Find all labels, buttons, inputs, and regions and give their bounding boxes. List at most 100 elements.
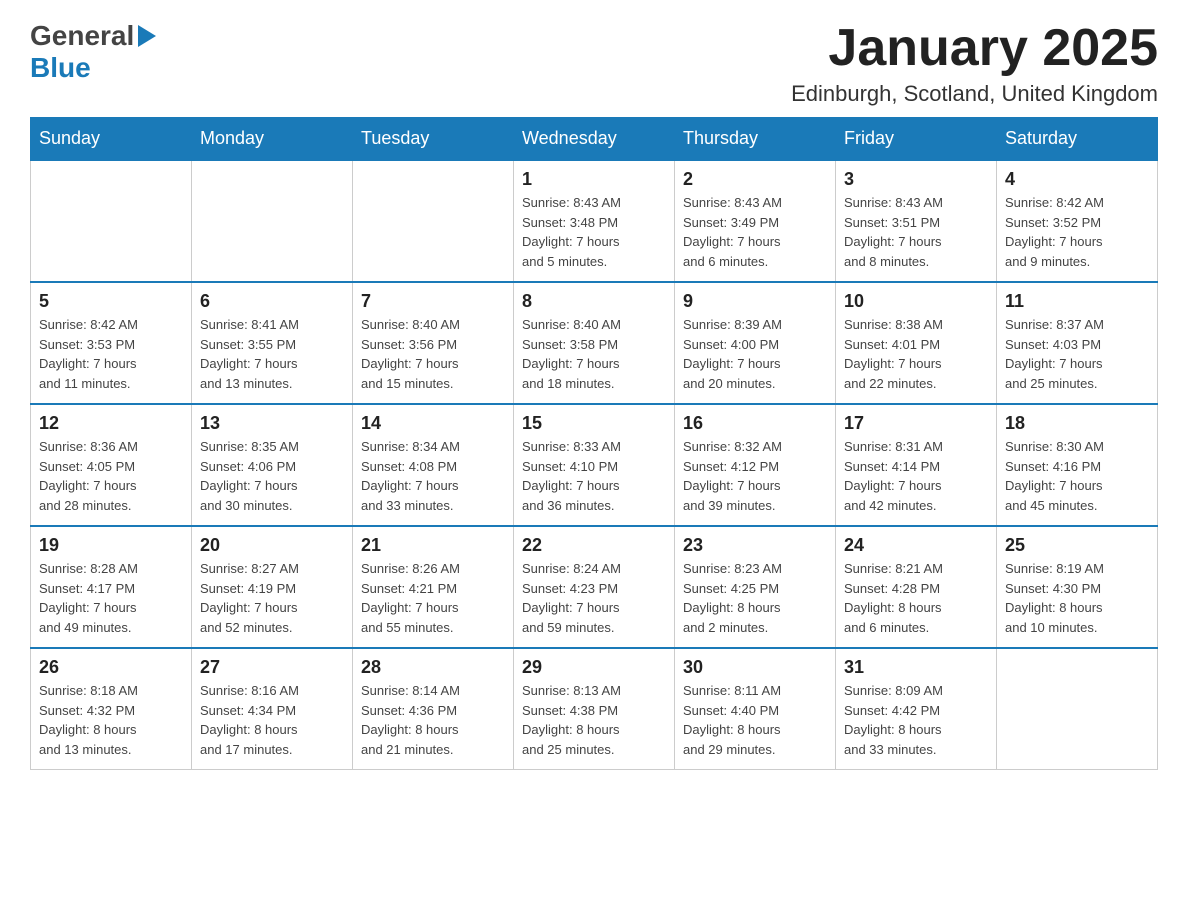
- day-number: 5: [39, 291, 183, 312]
- day-number: 13: [200, 413, 344, 434]
- day-number: 17: [844, 413, 988, 434]
- weekday-header-saturday: Saturday: [997, 118, 1158, 161]
- calendar-title: January 2025: [791, 20, 1158, 77]
- title-block: January 2025 Edinburgh, Scotland, United…: [791, 20, 1158, 107]
- day-number: 22: [522, 535, 666, 556]
- calendar-cell: [997, 648, 1158, 770]
- weekday-header-sunday: Sunday: [31, 118, 192, 161]
- calendar-cell: 17Sunrise: 8:31 AMSunset: 4:14 PMDayligh…: [836, 404, 997, 526]
- day-number: 16: [683, 413, 827, 434]
- day-number: 12: [39, 413, 183, 434]
- calendar-cell: 18 Sunrise: 8:30 AMSunset: 4:16 PMDayligh…: [997, 404, 1158, 526]
- week-row-2: 5Sunrise: 8:42 AMSunset: 3:53 PMDaylight…: [31, 282, 1158, 404]
- day-info: Sunrise: 8:34 AMSunset: 4:08 PMDaylight:…: [361, 437, 505, 515]
- day-info: Sunrise: 8:23 AMSunset: 4:25 PMDaylight:…: [683, 559, 827, 637]
- day-info: Sunrise: 8:18 AMSunset: 4:32 PMDaylight:…: [39, 681, 183, 759]
- calendar-cell: 16Sunrise: 8:32 AMSunset: 4:12 PMDayligh…: [675, 404, 836, 526]
- day-info: Sunrise: 8:21 AMSunset: 4:28 PMDaylight:…: [844, 559, 988, 637]
- calendar-cell: 30 Sunrise: 8:11 AMSunset: 4:40 PMDayligh…: [675, 648, 836, 770]
- day-info: Sunrise: 8:35 AMSunset: 4:06 PMDaylight:…: [200, 437, 344, 515]
- calendar-cell: 21 Sunrise: 8:26 AMSunset: 4:21 PMDayligh…: [353, 526, 514, 648]
- calendar-cell: 24 Sunrise: 8:21 AMSunset: 4:28 PMDayligh…: [836, 526, 997, 648]
- day-info: Sunrise: 8:09 AMSunset: 4:42 PMDaylight:…: [844, 681, 988, 759]
- day-number: 30: [683, 657, 827, 678]
- day-number: 9: [683, 291, 827, 312]
- day-number: 2: [683, 169, 827, 190]
- calendar-cell: 13 Sunrise: 8:35 AMSunset: 4:06 PMDayligh…: [192, 404, 353, 526]
- week-row-1: 1Sunrise: 8:43 AMSunset: 3:48 PMDaylight…: [31, 160, 1158, 282]
- weekday-header-wednesday: Wednesday: [514, 118, 675, 161]
- calendar-cell: 5Sunrise: 8:42 AMSunset: 3:53 PMDaylight…: [31, 282, 192, 404]
- logo: General Blue: [30, 20, 156, 84]
- page-header: General Blue January 2025 Edinburgh, Sco…: [30, 20, 1158, 107]
- day-info: Sunrise: 8:38 AMSunset: 4:01 PMDaylight:…: [844, 315, 988, 393]
- calendar-cell: 25 Sunrise: 8:19 AMSunset: 4:30 PMDayligh…: [997, 526, 1158, 648]
- logo-blue-text: Blue: [30, 52, 91, 84]
- day-info: Sunrise: 8:43 AMSunset: 3:51 PMDaylight:…: [844, 193, 988, 271]
- week-row-4: 19Sunrise: 8:28 AMSunset: 4:17 PMDayligh…: [31, 526, 1158, 648]
- calendar-cell: 31 Sunrise: 8:09 AMSunset: 4:42 PMDayligh…: [836, 648, 997, 770]
- day-number: 31: [844, 657, 988, 678]
- day-number: 4: [1005, 169, 1149, 190]
- calendar-cell: 6Sunrise: 8:41 AMSunset: 3:55 PMDaylight…: [192, 282, 353, 404]
- calendar-cell: 11Sunrise: 8:37 AMSunset: 4:03 PMDayligh…: [997, 282, 1158, 404]
- calendar-cell: 29Sunrise: 8:13 AMSunset: 4:38 PMDayligh…: [514, 648, 675, 770]
- day-number: 10: [844, 291, 988, 312]
- week-row-3: 12 Sunrise: 8:36 AMSunset: 4:05 PMDayligh…: [31, 404, 1158, 526]
- calendar-cell: 15Sunrise: 8:33 AMSunset: 4:10 PMDayligh…: [514, 404, 675, 526]
- calendar-table: SundayMondayTuesdayWednesdayThursdayFrid…: [30, 117, 1158, 770]
- calendar-cell: 27 Sunrise: 8:16 AMSunset: 4:34 PMDayligh…: [192, 648, 353, 770]
- calendar-cell: 23 Sunrise: 8:23 AMSunset: 4:25 PMDayligh…: [675, 526, 836, 648]
- day-info: Sunrise: 8:26 AMSunset: 4:21 PMDaylight:…: [361, 559, 505, 637]
- calendar-cell: 20 Sunrise: 8:27 AMSunset: 4:19 PMDayligh…: [192, 526, 353, 648]
- day-number: 25: [1005, 535, 1149, 556]
- day-number: 24: [844, 535, 988, 556]
- day-info: Sunrise: 8:41 AMSunset: 3:55 PMDaylight:…: [200, 315, 344, 393]
- day-number: 26: [39, 657, 183, 678]
- calendar-cell: 3 Sunrise: 8:43 AMSunset: 3:51 PMDaylight…: [836, 160, 997, 282]
- day-number: 23: [683, 535, 827, 556]
- calendar-cell: 10 Sunrise: 8:38 AMSunset: 4:01 PMDayligh…: [836, 282, 997, 404]
- day-info: Sunrise: 8:19 AMSunset: 4:30 PMDaylight:…: [1005, 559, 1149, 637]
- calendar-cell: 8 Sunrise: 8:40 AMSunset: 3:58 PMDaylight…: [514, 282, 675, 404]
- calendar-cell: 22 Sunrise: 8:24 AMSunset: 4:23 PMDayligh…: [514, 526, 675, 648]
- day-info: Sunrise: 8:43 AMSunset: 3:49 PMDaylight:…: [683, 193, 827, 271]
- calendar-cell: 1Sunrise: 8:43 AMSunset: 3:48 PMDaylight…: [514, 160, 675, 282]
- calendar-cell: 28 Sunrise: 8:14 AMSunset: 4:36 PMDayligh…: [353, 648, 514, 770]
- calendar-cell: 19Sunrise: 8:28 AMSunset: 4:17 PMDayligh…: [31, 526, 192, 648]
- day-info: Sunrise: 8:28 AMSunset: 4:17 PMDaylight:…: [39, 559, 183, 637]
- day-info: Sunrise: 8:40 AMSunset: 3:58 PMDaylight:…: [522, 315, 666, 393]
- calendar-cell: 26 Sunrise: 8:18 AMSunset: 4:32 PMDayligh…: [31, 648, 192, 770]
- day-number: 29: [522, 657, 666, 678]
- day-info: Sunrise: 8:37 AMSunset: 4:03 PMDaylight:…: [1005, 315, 1149, 393]
- day-info: Sunrise: 8:16 AMSunset: 4:34 PMDaylight:…: [200, 681, 344, 759]
- day-number: 7: [361, 291, 505, 312]
- day-info: Sunrise: 8:30 AMSunset: 4:16 PMDaylight:…: [1005, 437, 1149, 515]
- day-info: Sunrise: 8:39 AMSunset: 4:00 PMDaylight:…: [683, 315, 827, 393]
- day-info: Sunrise: 8:36 AMSunset: 4:05 PMDaylight:…: [39, 437, 183, 515]
- day-info: Sunrise: 8:40 AMSunset: 3:56 PMDaylight:…: [361, 315, 505, 393]
- day-info: Sunrise: 8:24 AMSunset: 4:23 PMDaylight:…: [522, 559, 666, 637]
- calendar-cell: 14Sunrise: 8:34 AMSunset: 4:08 PMDayligh…: [353, 404, 514, 526]
- weekday-header-friday: Friday: [836, 118, 997, 161]
- calendar-subtitle: Edinburgh, Scotland, United Kingdom: [791, 81, 1158, 107]
- day-number: 21: [361, 535, 505, 556]
- calendar-cell: 7 Sunrise: 8:40 AMSunset: 3:56 PMDaylight…: [353, 282, 514, 404]
- day-info: Sunrise: 8:14 AMSunset: 4:36 PMDaylight:…: [361, 681, 505, 759]
- day-number: 15: [522, 413, 666, 434]
- day-number: 3: [844, 169, 988, 190]
- day-number: 18: [1005, 413, 1149, 434]
- calendar-cell: 12 Sunrise: 8:36 AMSunset: 4:05 PMDayligh…: [31, 404, 192, 526]
- calendar-cell: 9 Sunrise: 8:39 AMSunset: 4:00 PMDaylight…: [675, 282, 836, 404]
- day-info: Sunrise: 8:43 AMSunset: 3:48 PMDaylight:…: [522, 193, 666, 271]
- day-number: 28: [361, 657, 505, 678]
- day-number: 27: [200, 657, 344, 678]
- day-info: Sunrise: 8:11 AMSunset: 4:40 PMDaylight:…: [683, 681, 827, 759]
- day-number: 20: [200, 535, 344, 556]
- calendar-cell: [31, 160, 192, 282]
- weekday-header-row: SundayMondayTuesdayWednesdayThursdayFrid…: [31, 118, 1158, 161]
- calendar-cell: [192, 160, 353, 282]
- day-number: 8: [522, 291, 666, 312]
- day-info: Sunrise: 8:42 AMSunset: 3:52 PMDaylight:…: [1005, 193, 1149, 271]
- day-info: Sunrise: 8:27 AMSunset: 4:19 PMDaylight:…: [200, 559, 344, 637]
